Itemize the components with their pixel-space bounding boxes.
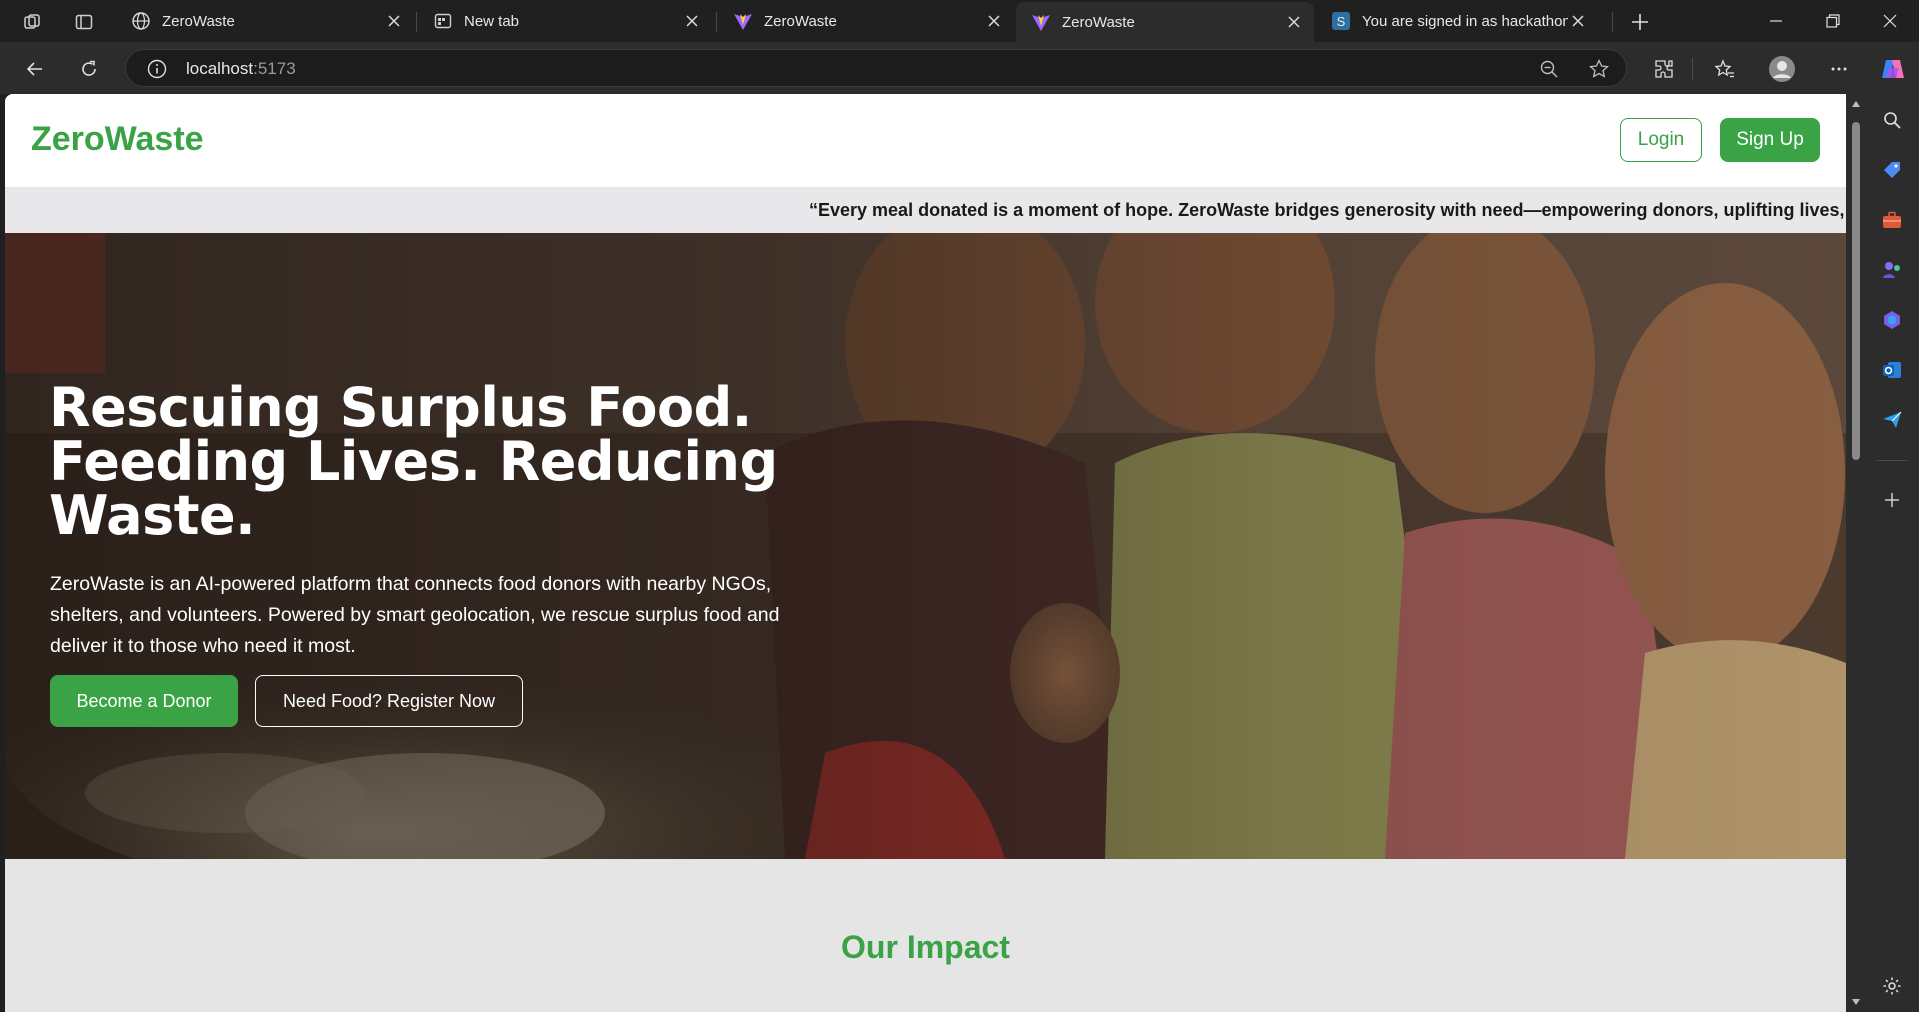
hero-title: Rescuing Surplus Food. Feeding Lives. Re… <box>49 376 778 547</box>
close-tab-icon[interactable] <box>984 11 1004 31</box>
quote-ticker: “Every meal donated is a moment of hope.… <box>5 188 1846 233</box>
hero-overlay <box>5 233 1846 859</box>
sidebar-search-icon[interactable] <box>1880 108 1904 132</box>
shopping-tag-icon[interactable] <box>1880 158 1904 182</box>
newtab-icon <box>432 10 454 32</box>
copilot-icon[interactable] <box>1878 54 1908 84</box>
page-viewport: ZeroWaste Login Sign Up “Every meal dona… <box>5 94 1846 1012</box>
vite-icon <box>1030 11 1052 33</box>
scroll-up-icon[interactable] <box>1851 100 1861 108</box>
browser-sidebar <box>1865 94 1919 1012</box>
become-donor-button[interactable]: Become a Donor <box>50 675 238 727</box>
minimize-icon[interactable] <box>1748 0 1804 42</box>
copilot-app-icon[interactable] <box>1880 308 1904 332</box>
login-button[interactable]: Login <box>1620 118 1702 162</box>
tools-briefcase-icon[interactable] <box>1880 208 1904 232</box>
tab-title: ZeroWaste <box>162 12 235 30</box>
games-icon[interactable] <box>1880 258 1904 282</box>
vite-icon <box>732 10 754 32</box>
tab-separator <box>1612 12 1613 32</box>
favorites-icon[interactable] <box>1710 54 1740 84</box>
close-tab-icon[interactable] <box>682 11 702 31</box>
site-info-icon[interactable] <box>146 58 168 80</box>
close-tab-icon[interactable] <box>1284 12 1304 32</box>
globe-icon <box>130 10 152 32</box>
page-scrollbar[interactable] <box>1846 94 1865 1012</box>
hero-section: Rescuing Surplus Food. Feeding Lives. Re… <box>5 233 1846 859</box>
browser-toolbar: localhost:5173 <box>0 42 1919 94</box>
tab-title: New tab <box>464 12 520 30</box>
profile-avatar-icon[interactable] <box>1767 54 1797 84</box>
more-options-icon[interactable] <box>1824 54 1854 84</box>
site-logo[interactable]: ZeroWaste <box>31 120 204 159</box>
site-header: ZeroWaste Login Sign Up <box>5 94 1846 188</box>
sidebar-settings-icon[interactable] <box>1880 974 1904 998</box>
tab-signed-in[interactable]: S You are signed in as hackathon#2 <box>1316 4 1598 38</box>
impact-section: Our Impact <box>5 859 1846 1012</box>
tab-zerowaste-active[interactable]: ZeroWaste <box>1016 2 1314 42</box>
tab-title: ZeroWaste <box>1062 13 1135 31</box>
tab-separator <box>716 12 717 32</box>
hero-description: ZeroWaste is an AI-powered platform that… <box>50 573 780 657</box>
new-tab-plus-icon[interactable] <box>1628 10 1652 34</box>
restore-icon[interactable] <box>1805 0 1861 42</box>
url-text: localhost:5173 <box>186 59 296 79</box>
need-food-register-button[interactable]: Need Food? Register Now <box>255 675 523 727</box>
scroll-down-icon[interactable] <box>1851 998 1861 1006</box>
refresh-icon[interactable] <box>74 54 104 84</box>
toolbar-separator <box>1692 58 1693 80</box>
favorite-star-icon[interactable] <box>1588 58 1610 85</box>
extensions-icon[interactable] <box>1649 54 1679 84</box>
ticker-text: “Every meal donated is a moment of hope.… <box>809 200 1846 220</box>
sidebar-add-icon[interactable] <box>1880 488 1904 512</box>
svg-text:S: S <box>1337 14 1346 29</box>
url-port: :5173 <box>253 59 296 78</box>
signup-button[interactable]: Sign Up <box>1720 118 1820 162</box>
browser-tab-bar: ZeroWaste New tab ZeroWaste ZeroWaste S … <box>0 0 1919 42</box>
tab-new-tab[interactable]: New tab <box>418 4 712 38</box>
tab-zerowaste-1[interactable]: ZeroWaste <box>116 4 414 38</box>
tab-actions-icon[interactable] <box>72 10 96 34</box>
sidebar-separator <box>1877 460 1907 461</box>
zoom-out-icon[interactable] <box>1538 58 1560 85</box>
tab-title: ZeroWaste <box>764 12 837 30</box>
send-icon[interactable] <box>1880 408 1904 432</box>
address-bar[interactable]: localhost:5173 <box>125 49 1627 87</box>
outlook-icon[interactable] <box>1880 358 1904 382</box>
impact-title: Our Impact <box>841 929 1010 965</box>
back-icon[interactable] <box>20 54 50 84</box>
scrollbar-thumb[interactable] <box>1852 122 1860 460</box>
workspaces-icon[interactable] <box>20 10 44 34</box>
tab-separator <box>416 12 417 32</box>
close-tab-icon[interactable] <box>1568 11 1588 31</box>
s-icon: S <box>1330 10 1352 32</box>
url-host: localhost <box>186 59 254 78</box>
tab-title: You are signed in as hackathon#2 <box>1362 12 1568 30</box>
close-window-icon[interactable] <box>1862 0 1918 42</box>
close-tab-icon[interactable] <box>384 11 404 31</box>
tab-zerowaste-2[interactable]: ZeroWaste <box>718 4 1014 38</box>
